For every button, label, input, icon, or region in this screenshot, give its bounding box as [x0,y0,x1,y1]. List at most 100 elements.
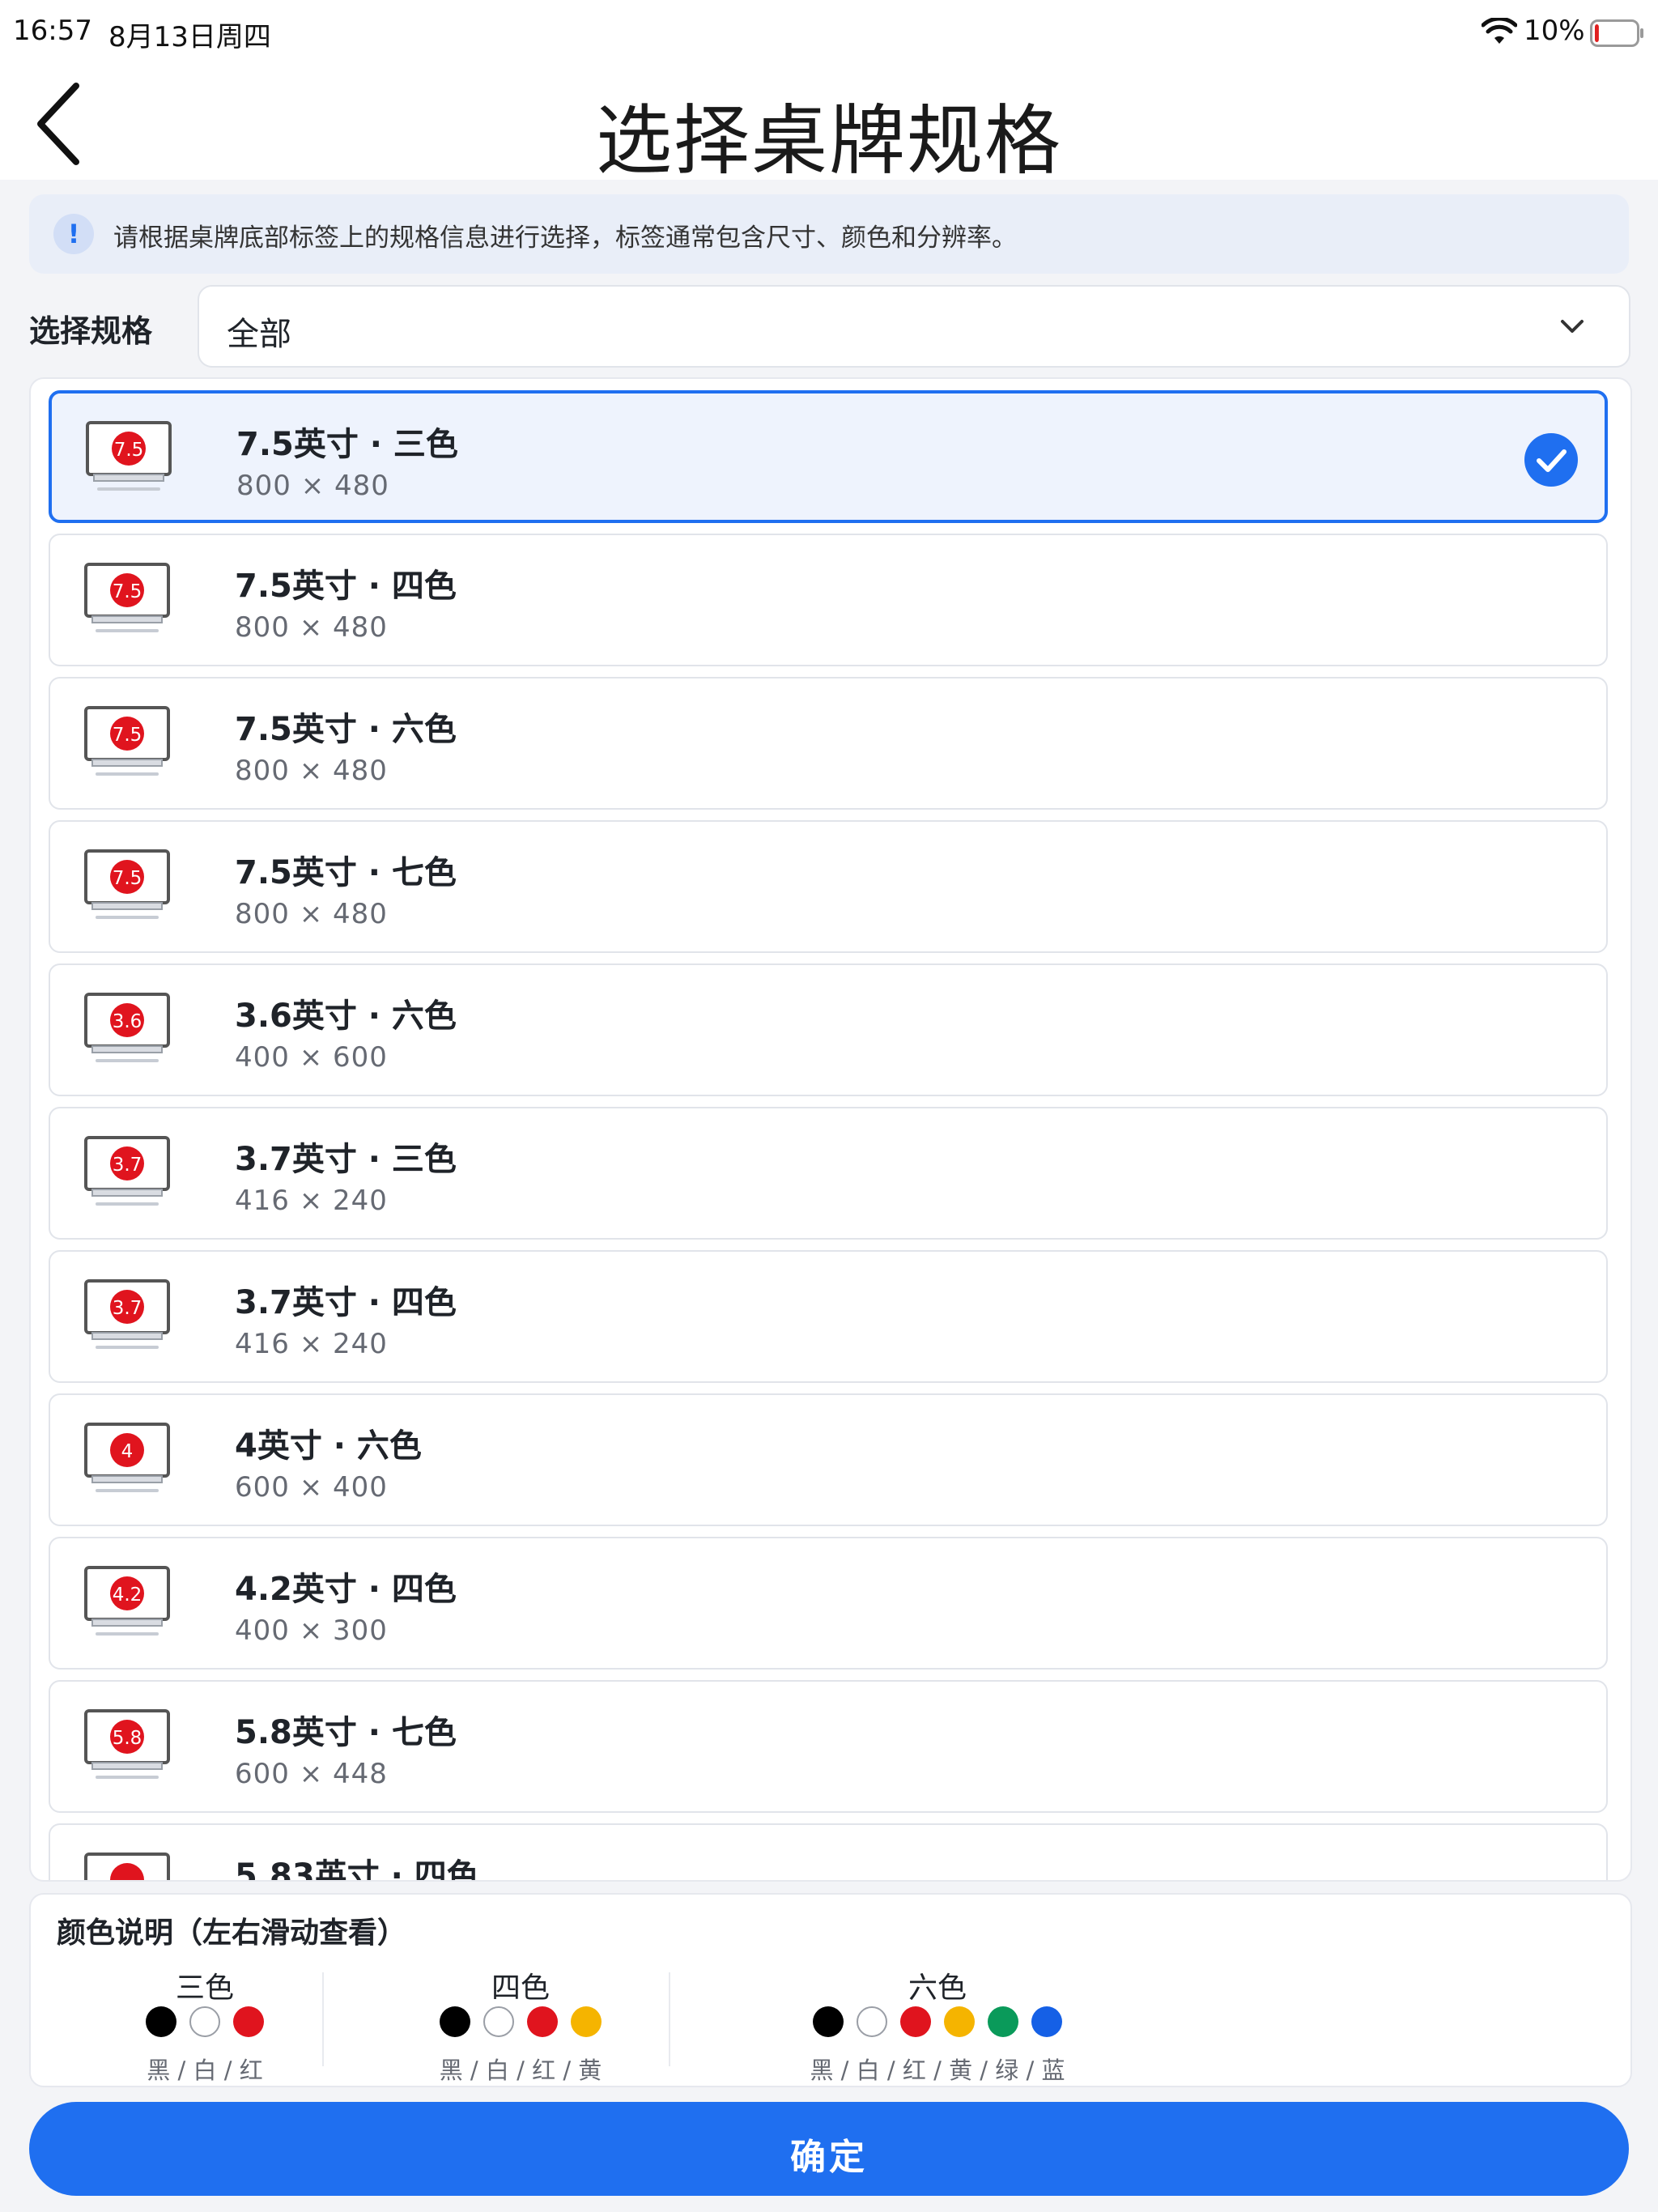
desk-sign-icon: 3.6 [84,993,170,1062]
legend-group: 三色黑 / 白 / 红 [96,1964,314,2084]
color-swatch [857,2006,887,2037]
legend-divider [669,1972,670,2066]
legend-divider [322,1972,324,2066]
spec-resolution: 600 × 400 [235,1471,388,1504]
status-time: 16:57 [13,15,92,47]
spec-name: 4英寸 · 六色 [235,1427,422,1465]
size-badge: 3.7 [113,1155,142,1176]
legend-group-desc: 黑 / 白 / 红 / 黄 [439,2057,602,2084]
legend-group-desc: 黑 / 白 / 红 [147,2057,263,2084]
size-badge: 5.8 [113,1728,142,1749]
desk-sign-icon: 3.7 [84,1136,170,1206]
spec-name: 7.5英寸 · 六色 [235,711,457,748]
spec-resolution: 800 × 480 [235,755,388,787]
size-badge: 4 [121,1441,134,1462]
spec-item[interactable]: 7.5 7.5英寸 · 六色 800 × 480 [49,677,1608,810]
chevron-down-icon [1561,320,1584,333]
legend-group-name: 四色 [491,1972,550,2005]
spec-resolution: 800 × 480 [235,898,388,930]
spec-name: 5.8英寸 · 七色 [235,1714,457,1751]
spec-resolution: 416 × 240 [235,1328,388,1360]
spec-name: 7.5英寸 · 三色 [236,426,458,463]
spec-resolution: 800 × 480 [236,470,389,502]
legend-title: 颜色说明（左右滑动查看） [57,1916,407,1950]
color-swatch [440,2006,470,2037]
wifi-icon [1482,18,1517,44]
size-badge: 7.5 [113,868,142,889]
desk-sign-icon: 7.5 [84,849,170,919]
info-banner: ! 请根据桌牌底部标签上的规格信息进行选择，标签通常包含尺寸、颜色和分辨率。 [29,194,1629,274]
desk-sign-icon: 4 [84,1423,170,1492]
battery-percent: 10% [1524,15,1585,47]
legend-group-desc: 黑 / 白 / 红 / 黄 / 绿 / 蓝 [810,2057,1065,2084]
spec-name: 7.5英寸 · 四色 [235,568,457,605]
confirm-label: 确定 [790,2137,868,2178]
color-swatch [1031,2006,1062,2037]
color-legend[interactable]: 颜色说明（左右滑动查看） 三色黑 / 白 / 红四色黑 / 白 / 红 / 黄六… [29,1893,1632,2087]
size-badge: 4.2 [113,1585,142,1606]
color-swatch [988,2006,1018,2037]
color-swatches [96,2006,314,2042]
color-swatch [483,2006,514,2037]
color-swatch [900,2006,931,2037]
battery-icon [1590,19,1643,47]
legend-group-name: 三色 [175,1972,234,2005]
spec-name: 3.7英寸 · 四色 [235,1284,457,1321]
color-swatch [944,2006,975,2037]
legend-group: 六色黑 / 白 / 红 / 黄 / 绿 / 蓝 [727,1964,1148,2084]
spec-item[interactable]: 7.5 7.5英寸 · 四色 800 × 480 [49,534,1608,666]
spec-item[interactable]: 4 4英寸 · 六色 600 × 400 [49,1393,1608,1526]
spec-name: 3.6英寸 · 六色 [235,998,457,1035]
spec-resolution: 400 × 300 [235,1614,388,1647]
size-badge: 7.5 [113,581,142,602]
status-date: 8月13日周四 [108,21,271,53]
color-swatch [527,2006,558,2037]
color-swatch [189,2006,220,2037]
spec-item[interactable]: 3.6 3.6英寸 · 六色 400 × 600 [49,963,1608,1096]
color-swatches [727,2006,1148,2042]
color-swatches [379,2006,662,2042]
spec-name: 4.2英寸 · 四色 [235,1571,457,1608]
spec-item[interactable]: 3.7 3.7英寸 · 四色 416 × 240 [49,1250,1608,1383]
spec-filter-value: 全部 [227,316,291,353]
spec-resolution: 600 × 448 [235,1758,388,1790]
desk-sign-icon: 4.2 [84,1566,170,1636]
size-badge: 7.5 [113,725,142,746]
desk-sign-icon: 5.8 [84,1709,170,1779]
spec-list[interactable]: 7.5 7.5英寸 · 三色 800 × 480 7.5 7.5英寸 · 四色 800 ×… [29,377,1632,1882]
spec-name: 7.5英寸 · 七色 [235,854,457,891]
spec-name: 5.83英寸 · 四色 [235,1857,479,1882]
confirm-button[interactable]: 确定 [29,2102,1629,2196]
color-swatch [233,2006,264,2037]
info-text: 请根据桌牌底部标签上的规格信息进行选择，标签通常包含尺寸、颜色和分辨率。 [113,223,1017,253]
spec-filter-select[interactable]: 全部 [198,285,1630,368]
spec-item[interactable]: 5.83英寸 · 四色 [49,1823,1608,1882]
spec-item[interactable]: 3.7 3.7英寸 · 三色 416 × 240 [49,1107,1608,1240]
desk-sign-icon: 7.5 [84,563,170,632]
color-swatch [146,2006,176,2037]
desk-sign-icon: 7.5 [84,706,170,776]
desk-sign-icon: 3.7 [84,1279,170,1349]
size-badge: 3.7 [113,1298,142,1319]
spec-item[interactable]: 7.5 7.5英寸 · 三色 800 × 480 [49,390,1608,523]
status-bar: 16:57 8月13日周四 10% [0,0,1658,65]
size-badge: 7.5 [114,440,144,461]
spec-item[interactable]: 4.2 4.2英寸 · 四色 400 × 300 [49,1537,1608,1670]
spec-resolution: 800 × 480 [235,611,388,644]
info-icon: ! [53,214,94,254]
spec-filter-label: 选择规格 [29,313,153,349]
nav-bar: 选择桌牌规格 [0,65,1658,185]
desk-sign-icon [84,1853,170,1880]
page-title: 选择桌牌规格 [595,97,1062,185]
desk-sign-icon: 7.5 [86,421,172,491]
spec-item[interactable]: 5.8 5.8英寸 · 七色 600 × 448 [49,1680,1608,1813]
spec-resolution: 400 × 600 [235,1041,388,1074]
color-swatch [571,2006,602,2037]
legend-group: 四色黑 / 白 / 红 / 黄 [379,1964,662,2084]
color-swatch [813,2006,844,2037]
spec-resolution: 416 × 240 [235,1185,388,1217]
spec-item[interactable]: 7.5 7.5英寸 · 七色 800 × 480 [49,820,1608,953]
size-badge: 3.6 [113,1011,142,1032]
check-circle-icon [1524,433,1578,487]
spec-name: 3.7英寸 · 三色 [235,1141,457,1178]
